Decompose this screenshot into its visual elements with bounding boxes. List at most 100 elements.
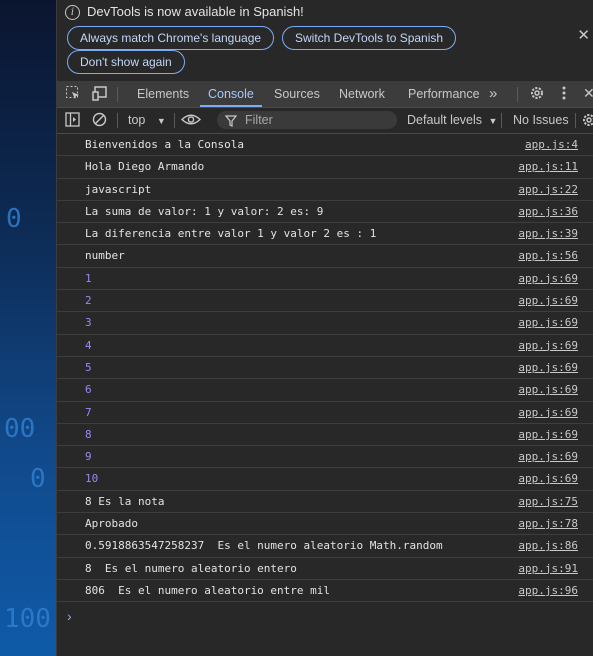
toolbar-divider xyxy=(575,113,576,128)
background-digit: 0 xyxy=(6,204,22,234)
close-icon[interactable]: ✕ xyxy=(577,26,590,44)
source-link[interactable]: app.js:78 xyxy=(518,517,578,530)
console-message-text: 8 Es el numero aleatorio entero xyxy=(85,561,297,575)
source-link[interactable]: app.js:86 xyxy=(518,539,578,552)
console-message-row: Hola Diego Armando app.js:11 xyxy=(57,156,593,179)
console-message-row: 1 app.js:69 xyxy=(57,268,593,291)
source-link[interactable]: app.js:36 xyxy=(518,205,578,218)
source-link[interactable]: app.js:69 xyxy=(518,339,578,352)
console-message-row: Aprobado app.js:78 xyxy=(57,513,593,536)
console-message-text: La suma de valor: 1 y valor: 2 es: 9 xyxy=(85,204,324,218)
console-message-row: 2 app.js:69 xyxy=(57,290,593,313)
console-message-text: 8 xyxy=(85,427,92,441)
console-message-text: 0.5918863547258237 Es el numero aleatori… xyxy=(85,539,443,553)
source-link[interactable]: app.js:96 xyxy=(518,584,578,597)
console-message-row: 7 app.js:69 xyxy=(57,402,593,424)
source-link[interactable]: app.js:69 xyxy=(518,450,578,463)
tab-performance[interactable]: Performance xyxy=(408,81,480,107)
console-message-row: 8 Es el numero aleatorio entero app.js:91 xyxy=(57,558,593,580)
source-link[interactable]: app.js:69 xyxy=(518,428,578,441)
background-digit: 100 xyxy=(4,604,51,634)
more-tabs-button[interactable]: » xyxy=(489,81,497,107)
issues-counter[interactable]: No Issues xyxy=(513,108,569,133)
console-message-text: 3 xyxy=(85,316,92,330)
switch-language-button[interactable]: Switch DevTools to Spanish xyxy=(282,26,457,50)
device-toolbar-icon[interactable] xyxy=(92,85,108,104)
tab-elements[interactable]: Elements xyxy=(137,81,189,107)
eye-icon[interactable] xyxy=(180,112,202,130)
source-link[interactable]: app.js:69 xyxy=(518,272,578,285)
console-prompt[interactable]: › xyxy=(67,608,72,624)
console-message-row: 5 app.js:69 xyxy=(57,357,593,380)
console-message-text: 806 Es el numero aleatorio entre mil xyxy=(85,583,331,597)
tab-sources[interactable]: Sources xyxy=(274,81,320,107)
tab-console[interactable]: Console xyxy=(200,81,262,107)
console-message-row: 3 app.js:69 xyxy=(57,312,593,335)
console-message-row: number app.js:56 xyxy=(57,245,593,268)
source-link[interactable]: app.js:69 xyxy=(518,361,578,374)
console-message-text: 8 Es la nota xyxy=(85,494,165,508)
console-message-row: La suma de valor: 1 y valor: 2 es: 9 app.… xyxy=(57,201,593,224)
source-link[interactable]: app.js:69 xyxy=(518,316,578,329)
console-message-row: 4 app.js:69 xyxy=(57,335,593,357)
background-digit: 00 xyxy=(4,414,36,444)
filter-input[interactable]: Filter xyxy=(217,111,397,129)
source-link[interactable]: app.js:4 xyxy=(525,138,578,151)
source-link[interactable]: app.js:22 xyxy=(518,183,578,196)
source-link[interactable]: app.js:11 xyxy=(518,160,578,173)
console-message-text: Hola Diego Armando xyxy=(85,160,205,174)
context-label: top xyxy=(128,113,146,127)
console-message-text: La diferencia entre valor 1 y valor 2 es… xyxy=(85,227,377,241)
source-link[interactable]: app.js:39 xyxy=(518,227,578,240)
source-link[interactable]: app.js:91 xyxy=(518,562,578,575)
source-link[interactable]: app.js:75 xyxy=(518,495,578,508)
background-digit: 0 xyxy=(30,464,46,494)
gear-icon[interactable] xyxy=(529,85,545,104)
console-settings-icon[interactable] xyxy=(581,112,593,131)
sidebar-toggle-icon[interactable] xyxy=(65,112,80,130)
info-icon: i xyxy=(65,5,80,20)
context-selector[interactable]: top ▼ xyxy=(128,108,166,133)
console-message-row: 8 app.js:69 xyxy=(57,424,593,447)
source-link[interactable]: app.js:69 xyxy=(518,406,578,419)
console-message-row: 10 app.js:69 xyxy=(57,468,593,491)
dont-show-again-button[interactable]: Don't show again xyxy=(67,50,185,74)
console-message-row: 6 app.js:69 xyxy=(57,379,593,402)
page-background-strip: 0 00 0 100 xyxy=(0,0,56,656)
console-message-text: Bienvenidos a la Consola xyxy=(85,138,244,151)
console-message-text: 7 xyxy=(85,405,92,419)
chevron-down-icon: ▼ xyxy=(488,116,498,126)
filter-placeholder: Filter xyxy=(245,113,273,127)
console-message-row: La diferencia entre valor 1 y valor 2 es… xyxy=(57,223,593,246)
console-message-row: 8 Es la nota app.js:75 xyxy=(57,491,593,514)
console-message-text: 5 xyxy=(85,360,92,374)
filter-icon xyxy=(224,111,238,129)
console-log: Bienvenidos a la Consola app.js:4 Hola Die… xyxy=(57,134,593,603)
source-link[interactable]: app.js:56 xyxy=(518,249,578,262)
console-message-text: number xyxy=(85,249,125,263)
console-message-text: 2 xyxy=(85,294,92,308)
log-levels-dropdown[interactable]: Default levels ▼ xyxy=(407,108,497,133)
infobar-message: DevTools is now available in Spanish! xyxy=(87,4,304,19)
console-message-text: 4 xyxy=(85,338,92,352)
console-message-text: javascript xyxy=(85,182,152,196)
console-message-row: Bienvenidos a la Consola app.js:4 xyxy=(57,134,593,157)
source-link[interactable]: app.js:69 xyxy=(518,383,578,396)
toolbar-divider xyxy=(117,87,118,102)
more-options-icon[interactable] xyxy=(560,85,568,104)
toolbar-divider xyxy=(517,87,518,102)
console-message-text: 9 xyxy=(85,450,92,464)
toolbar-divider xyxy=(117,113,118,128)
devtools-panel: i DevTools is now available in Spanish! … xyxy=(56,0,593,656)
match-language-button[interactable]: Always match Chrome's language xyxy=(67,26,275,50)
close-devtools-icon[interactable]: ✕ xyxy=(583,85,593,102)
source-link[interactable]: app.js:69 xyxy=(518,472,578,485)
inspect-element-icon[interactable] xyxy=(65,85,81,104)
log-levels-label: Default levels xyxy=(407,113,483,127)
console-message-row: javascript app.js:22 xyxy=(57,179,593,201)
clear-console-icon[interactable] xyxy=(92,112,107,130)
source-link[interactable]: app.js:69 xyxy=(518,294,578,307)
console-message-text: Aprobado xyxy=(85,517,138,531)
tab-network[interactable]: Network xyxy=(339,81,385,107)
console-toolbar: top ▼ Filter Default levels ▼ No Issues xyxy=(57,108,593,134)
